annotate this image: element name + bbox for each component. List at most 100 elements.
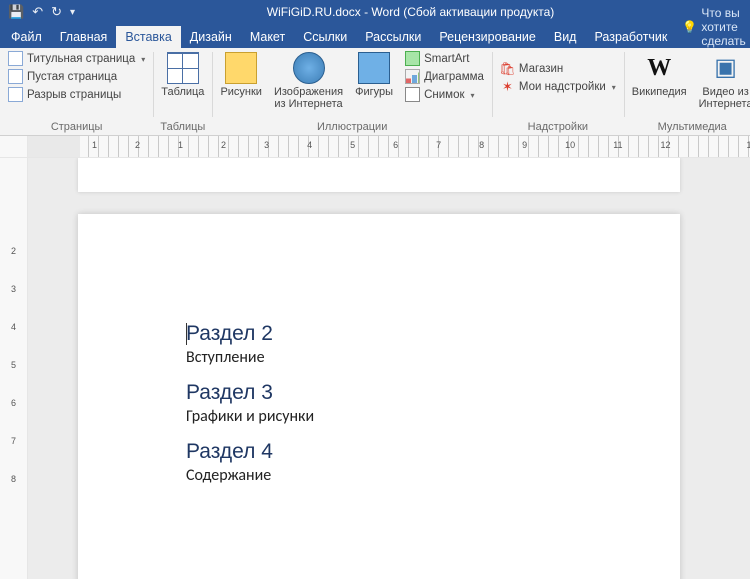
tab-mailings[interactable]: Рассылки xyxy=(356,26,430,48)
tell-me-search[interactable]: 💡 Что вы хотите сделать xyxy=(676,6,750,48)
heading[interactable]: Раздел 2 xyxy=(186,322,650,346)
group-media-label: Мультимедиа xyxy=(628,121,750,135)
online-video-icon: ▣ xyxy=(710,52,742,84)
cover-page-button[interactable]: Титульная страница xyxy=(4,50,149,67)
chart-label: Диаграмма xyxy=(424,71,484,83)
table-icon xyxy=(167,52,199,84)
ruler-tick: 8 xyxy=(479,140,484,150)
ruler-tick: 1 xyxy=(178,140,183,150)
wikipedia-button[interactable]: W Википедия xyxy=(628,50,691,100)
ruler-tick: 6 xyxy=(393,140,398,150)
store-label: Магазин xyxy=(519,63,563,75)
document-page[interactable]: Раздел 2 Вступление Раздел 3 Графики и рису… xyxy=(78,214,680,579)
blank-page-button[interactable]: Пустая страница xyxy=(4,68,149,85)
ruler-tick: 5 xyxy=(350,140,355,150)
ruler-tick: 2 xyxy=(221,140,226,150)
group-illustrations: Рисунки Изображения из Интернета Фигуры … xyxy=(212,48,491,135)
ruler-corner xyxy=(0,136,28,157)
smartart-label: SmartArt xyxy=(424,53,469,65)
tab-layout[interactable]: Макет xyxy=(241,26,294,48)
ribbon: Титульная страница Пустая страница Разры… xyxy=(0,48,750,136)
group-addins-label: Надстройки xyxy=(496,121,620,135)
tab-file[interactable]: Файл xyxy=(2,26,51,48)
vruler-tick: 2 xyxy=(0,246,27,284)
vertical-ruler[interactable]: 2345678 xyxy=(0,158,28,579)
smartart-icon xyxy=(405,51,420,66)
smartart-button[interactable]: SmartArt xyxy=(401,50,488,67)
tell-me-label: Что вы хотите сделать xyxy=(701,6,745,48)
document-canvas[interactable]: Раздел 2 Вступление Раздел 3 Графики и рису… xyxy=(28,158,750,579)
ruler-tick: 12 xyxy=(661,140,671,150)
ruler-tick: 4 xyxy=(307,140,312,150)
heading[interactable]: Раздел 3 xyxy=(186,381,650,405)
screenshot-button[interactable]: Снимок xyxy=(401,86,488,103)
paragraph[interactable]: Содержание xyxy=(186,466,650,485)
save-icon[interactable]: 💾 xyxy=(8,4,24,20)
vruler-tick: 4 xyxy=(0,322,27,360)
pictures-label: Рисунки xyxy=(220,86,262,98)
cover-page-icon xyxy=(8,51,23,66)
heading[interactable]: Раздел 4 xyxy=(186,440,650,464)
tab-references[interactable]: Ссылки xyxy=(294,26,356,48)
ruler-tick: 9 xyxy=(522,140,527,150)
ruler-tick: 1 xyxy=(92,140,97,150)
tab-insert[interactable]: Вставка xyxy=(116,26,180,48)
window-title: WiFiGiD.RU.docx - Word (Сбой активации п… xyxy=(75,5,746,19)
text-cursor xyxy=(186,323,187,345)
chart-icon xyxy=(405,69,420,84)
horizontal-ruler[interactable]: 1212345678910111212 xyxy=(28,136,750,157)
screenshot-icon xyxy=(405,87,420,102)
wikipedia-icon: W xyxy=(643,52,675,84)
tab-developer[interactable]: Разработчик xyxy=(585,26,676,48)
page-break-icon xyxy=(8,87,23,102)
wikipedia-label: Википедия xyxy=(632,86,687,98)
online-video-label: Видео из Интернета xyxy=(699,86,750,110)
ribbon-tabs: Файл Главная Вставка Дизайн Макет Ссылки… xyxy=(0,24,750,48)
group-pages-label: Страницы xyxy=(4,121,149,135)
group-tables-label: Таблицы xyxy=(157,121,208,135)
tab-home[interactable]: Главная xyxy=(51,26,117,48)
vruler-tick xyxy=(0,208,27,246)
redo-icon[interactable]: ↻ xyxy=(51,4,62,20)
tab-design[interactable]: Дизайн xyxy=(181,26,241,48)
group-addins: 🛍 Магазин ✶ Мои надстройки Надстройки xyxy=(492,48,624,135)
blank-page-icon xyxy=(8,69,23,84)
online-video-button[interactable]: ▣ Видео из Интернета xyxy=(695,50,750,112)
page-break-button[interactable]: Разрыв страницы xyxy=(4,86,149,103)
vruler-tick: 7 xyxy=(0,436,27,474)
document-content[interactable]: Раздел 2 Вступление Раздел 3 Графики и рису… xyxy=(78,214,680,485)
shapes-button[interactable]: Фигуры xyxy=(351,50,397,100)
workspace: 2345678 Раздел 2 Вступление Раздел 3 График… xyxy=(0,158,750,579)
undo-icon[interactable]: ↶ xyxy=(32,4,43,20)
ruler-area: 1212345678910111212 xyxy=(0,136,750,158)
group-illustrations-label: Иллюстрации xyxy=(216,121,487,135)
blank-page-label: Пустая страница xyxy=(27,71,117,83)
group-media: W Википедия ▣ Видео из Интернета Мультим… xyxy=(624,48,750,135)
ruler-tick: 11 xyxy=(613,140,622,150)
chart-button[interactable]: Диаграмма xyxy=(401,68,488,85)
title-bar: 💾 ↶ ↻ ▾ WiFiGiD.RU.docx - Word (Сбой акт… xyxy=(0,0,750,24)
online-pictures-icon xyxy=(293,52,325,84)
ruler-tick: 3 xyxy=(264,140,269,150)
group-pages: Титульная страница Пустая страница Разры… xyxy=(0,48,153,135)
my-addins-button[interactable]: ✶ Мои надстройки xyxy=(496,78,620,95)
pictures-button[interactable]: Рисунки xyxy=(216,50,266,100)
table-button[interactable]: Таблица xyxy=(157,50,208,100)
ruler-tick: 12 xyxy=(747,140,750,150)
group-tables: Таблица Таблицы xyxy=(153,48,212,135)
paragraph[interactable]: Вступление xyxy=(186,348,650,367)
store-button[interactable]: 🛍 Магазин xyxy=(496,60,620,77)
tab-review[interactable]: Рецензирование xyxy=(430,26,545,48)
qat-customize-icon[interactable]: ▾ xyxy=(70,7,75,18)
vruler-tick: 3 xyxy=(0,284,27,322)
paragraph[interactable]: Графики и рисунки xyxy=(186,407,650,426)
page-break-label: Разрыв страницы xyxy=(27,89,121,101)
lightbulb-icon: 💡 xyxy=(682,20,697,34)
online-pictures-button[interactable]: Изображения из Интернета xyxy=(270,50,347,112)
vruler-tick: 6 xyxy=(0,398,27,436)
ruler-tick: 2 xyxy=(135,140,140,150)
vruler-tick: 8 xyxy=(0,474,27,512)
tab-view[interactable]: Вид xyxy=(545,26,586,48)
shapes-icon xyxy=(358,52,390,84)
my-addins-label: Мои надстройки xyxy=(519,81,606,93)
